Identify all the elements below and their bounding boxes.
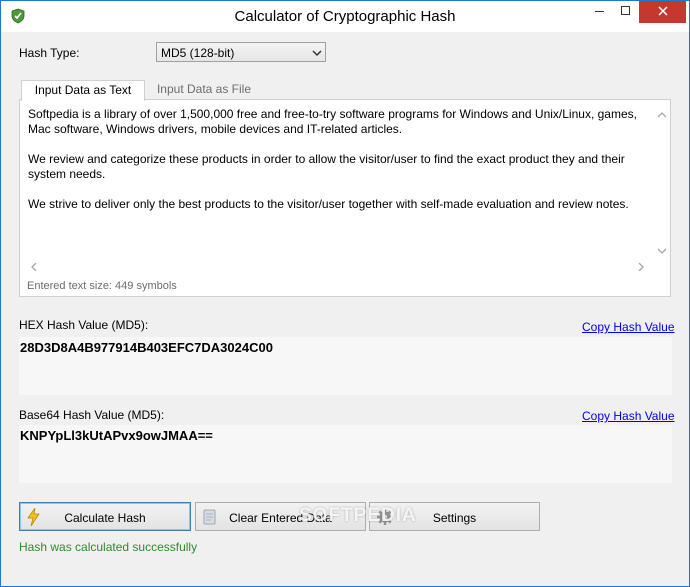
base64-hash-field[interactable]: KNPYpLl3kUtAPvx9owJMAA==: [19, 425, 672, 483]
clear-data-button[interactable]: Clear Entered Data: [195, 502, 366, 531]
input-text-content: Softpedia is a library of over 1,500,000…: [28, 107, 648, 227]
tab-panel-text: Softpedia is a library of over 1,500,000…: [19, 99, 671, 297]
scroll-down-icon[interactable]: [657, 246, 667, 256]
client-area: Hash Type: MD5 (128-bit) Input Data as T…: [1, 32, 689, 586]
horizontal-scrollbar[interactable]: [25, 259, 653, 276]
vertical-scrollbar[interactable]: [653, 105, 670, 259]
input-text-area[interactable]: Softpedia is a library of over 1,500,000…: [25, 105, 670, 259]
hex-hash-field[interactable]: 28D3D8A4B977914B403EFC7DA3024C00: [19, 337, 672, 395]
input-paragraph: We strive to deliver only the best produ…: [28, 197, 629, 211]
calculate-hash-button[interactable]: Calculate Hash: [19, 502, 191, 531]
minimize-button[interactable]: [587, 1, 613, 23]
title-bar[interactable]: Calculator of Cryptographic Hash: [1, 1, 689, 32]
hex-hash-value: 28D3D8A4B977914B403EFC7DA3024C00: [20, 340, 273, 355]
base64-hash-value: KNPYpLl3kUtAPvx9owJMAA==: [20, 428, 213, 443]
close-icon: [657, 5, 668, 19]
clear-data-label: Clear Entered Data: [229, 511, 332, 525]
text-size-label: Entered text size: 449 symbols: [27, 280, 177, 292]
copy-hex-link[interactable]: Copy Hash Value: [582, 320, 675, 334]
window-title: Calculator of Cryptographic Hash: [234, 8, 456, 25]
minimize-icon: [595, 5, 605, 19]
maximize-icon: [621, 5, 631, 19]
hex-hash-label: HEX Hash Value (MD5):: [19, 318, 149, 332]
settings-label: Settings: [432, 511, 477, 525]
scroll-up-icon[interactable]: [657, 110, 667, 120]
app-window: Calculator of Cryptographic Hash Hash Ty…: [0, 0, 690, 587]
settings-button[interactable]: Settings: [369, 502, 540, 531]
status-message: Hash was calculated successfully: [19, 540, 198, 554]
base64-hash-label: Base64 Hash Value (MD5):: [19, 408, 165, 422]
tab-input-file[interactable]: Input Data as File: [145, 80, 263, 100]
maximize-button[interactable]: [613, 1, 639, 23]
input-paragraph: Softpedia is a library of over 1,500,000…: [28, 107, 637, 136]
input-paragraph: We review and categorize these products …: [28, 152, 625, 181]
tab-input-text[interactable]: Input Data as Text: [21, 80, 145, 101]
hash-type-value: MD5 (128-bit): [161, 46, 235, 60]
close-button[interactable]: [639, 1, 686, 23]
calculate-hash-label: Calculate Hash: [64, 511, 146, 525]
hash-type-select[interactable]: MD5 (128-bit): [156, 42, 326, 62]
scroll-right-icon[interactable]: [638, 262, 644, 273]
chevron-down-icon: [312, 47, 322, 61]
copy-base64-link[interactable]: Copy Hash Value: [582, 409, 675, 423]
scroll-left-icon[interactable]: [31, 262, 37, 273]
hash-type-label: Hash Type:: [19, 46, 80, 60]
